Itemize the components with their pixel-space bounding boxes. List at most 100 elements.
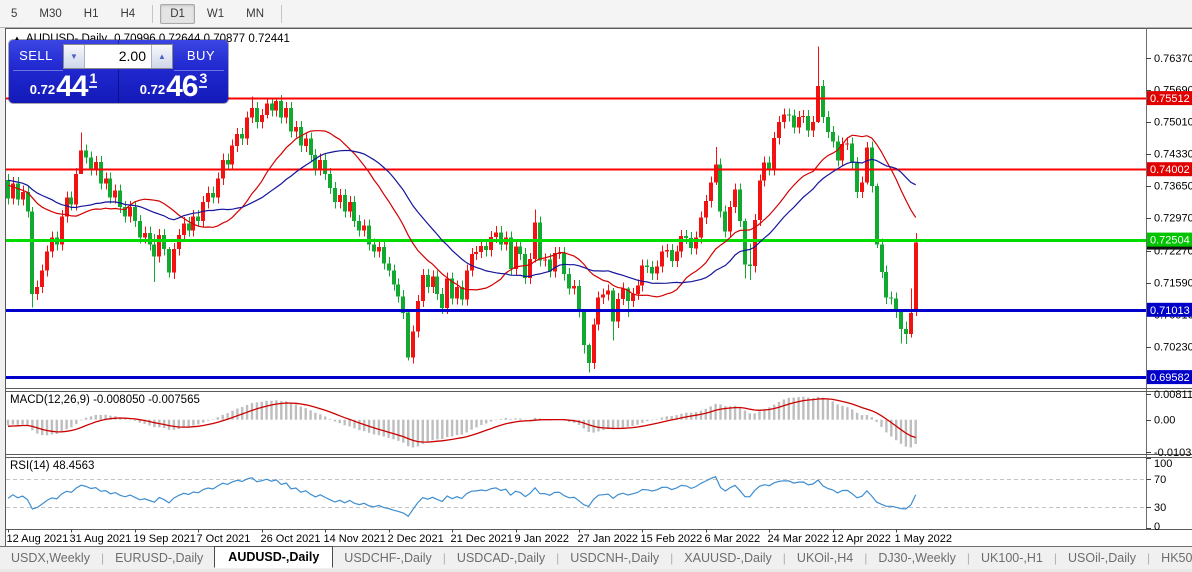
macd-histogram-bar <box>328 418 332 420</box>
macd-histogram-bar <box>407 419 410 447</box>
buy-price-display[interactable]: 0.72 46 3 <box>119 70 228 103</box>
candle <box>870 147 874 187</box>
candle <box>904 329 908 334</box>
candle <box>172 249 176 273</box>
tab-usdcad-daily[interactable]: USDCAD-,Daily <box>446 549 556 567</box>
macd-histogram-bar <box>499 418 503 420</box>
lot-size-input[interactable]: 2.00 <box>85 45 151 68</box>
candle <box>650 267 654 274</box>
macd-histogram-bar <box>16 419 19 425</box>
macd-histogram-bar <box>338 419 341 424</box>
macd-histogram-bar <box>841 405 844 420</box>
buy-price-small: 0.72 <box>139 82 166 97</box>
macd-histogram-bar <box>826 399 829 420</box>
svg-text:24 Mar 2022: 24 Mar 2022 <box>768 533 830 545</box>
macd-histogram-bar <box>587 419 590 432</box>
candle <box>21 191 25 200</box>
candle <box>723 211 727 232</box>
buy-button[interactable]: BUY <box>174 48 228 63</box>
macd-histogram-bar <box>597 419 600 432</box>
candle <box>782 114 786 123</box>
candle <box>806 116 810 131</box>
buy-price-big: 46 <box>166 70 198 103</box>
tab-audusd-daily[interactable]: AUDUSD-,Daily <box>214 546 334 568</box>
candle <box>728 206 732 232</box>
candle <box>309 138 313 156</box>
candle <box>762 162 766 181</box>
macd-histogram-bar <box>6 419 10 426</box>
macd-histogram-bar <box>31 419 34 431</box>
candle <box>206 192 210 203</box>
candle <box>606 290 610 295</box>
macd-histogram-bar <box>265 400 268 420</box>
tab-uk100-h1[interactable]: UK100-,H1 <box>970 549 1054 567</box>
candle <box>294 126 298 132</box>
candle <box>562 253 566 275</box>
candle <box>831 132 835 142</box>
candle <box>738 189 742 221</box>
macd-histogram-bar <box>182 419 185 428</box>
candle <box>255 108 259 123</box>
candle <box>714 164 718 183</box>
candle <box>811 122 815 131</box>
macd-histogram-bar <box>216 417 219 420</box>
macd-histogram-bar <box>787 397 790 420</box>
svg-text:0.75512: 0.75512 <box>1150 93 1190 105</box>
macd-histogram-bar <box>21 419 24 425</box>
sell-price-display[interactable]: 0.72 44 1 <box>9 70 118 103</box>
tab-xauusd-daily[interactable]: XAUUSD-,Daily <box>673 549 783 567</box>
tab-hk50[interactable]: HK50-, <box>1150 549 1192 567</box>
macd-histogram-bar <box>626 419 629 427</box>
tab-usdcnh-daily[interactable]: USDCNH-,Daily <box>559 549 670 567</box>
macd-histogram-bar <box>621 419 625 428</box>
macd-histogram-bar <box>285 401 288 420</box>
macd-histogram-bar <box>133 419 137 421</box>
macd-histogram-bar <box>460 419 463 435</box>
lot-increase-button[interactable]: ▲ <box>151 45 172 68</box>
candle <box>601 294 605 298</box>
lot-decrease-button[interactable]: ▼ <box>64 45 85 68</box>
candle <box>187 223 191 231</box>
macd-histogram-bar <box>773 404 776 420</box>
candle <box>889 297 893 299</box>
candle <box>104 178 108 184</box>
candle <box>875 186 879 245</box>
tab-dj30-weekly[interactable]: DJ30-,Weekly <box>867 549 967 567</box>
macd-histogram-bar <box>36 419 39 434</box>
candle <box>333 188 337 203</box>
tab-usoil-daily[interactable]: USOil-,Daily <box>1057 549 1147 567</box>
svg-text:0.72504: 0.72504 <box>1150 235 1190 247</box>
macd-histogram-bar <box>514 418 517 420</box>
candle <box>406 312 410 358</box>
macd-histogram-bar <box>431 419 434 441</box>
candle <box>777 122 781 139</box>
macd-histogram-bar <box>343 419 346 426</box>
macd-histogram-bar <box>782 399 786 420</box>
macd-histogram-bar <box>851 409 854 420</box>
svg-text:0.71013: 0.71013 <box>1150 305 1190 317</box>
candle <box>474 252 478 254</box>
one-click-trade-panel: SELL BUY ▼ 2.00 ▲ 0.72 44 1 0.72 46 3 <box>9 40 228 103</box>
macd-histogram-bar <box>807 397 810 420</box>
candle <box>396 284 400 297</box>
candle <box>665 250 669 252</box>
candle <box>679 236 683 252</box>
candle <box>821 86 825 117</box>
candle <box>235 134 239 146</box>
candle <box>328 174 332 189</box>
tab-usdx-weekly[interactable]: USDX,Weekly <box>0 549 101 567</box>
sell-price-big: 44 <box>56 70 88 103</box>
macd-histogram-bar <box>704 408 707 420</box>
sell-button[interactable]: SELL <box>9 48 63 63</box>
macd-histogram-bar <box>489 419 493 422</box>
candle <box>157 235 161 257</box>
macd-histogram-bar <box>885 419 888 433</box>
tab-ukoil-h4[interactable]: UKOil-,H4 <box>786 549 864 567</box>
candle <box>372 244 376 252</box>
macd-indicator-label: MACD(12,26,9) -0.008050 -0.007565 <box>10 394 200 406</box>
tab-eurusd-daily[interactable]: EURUSD-,Daily <box>104 549 214 567</box>
candle <box>743 221 747 265</box>
candle <box>382 246 386 264</box>
tab-usdchf-daily[interactable]: USDCHF-,Daily <box>333 549 443 567</box>
lot-size-stepper: ▼ 2.00 ▲ <box>63 44 173 69</box>
